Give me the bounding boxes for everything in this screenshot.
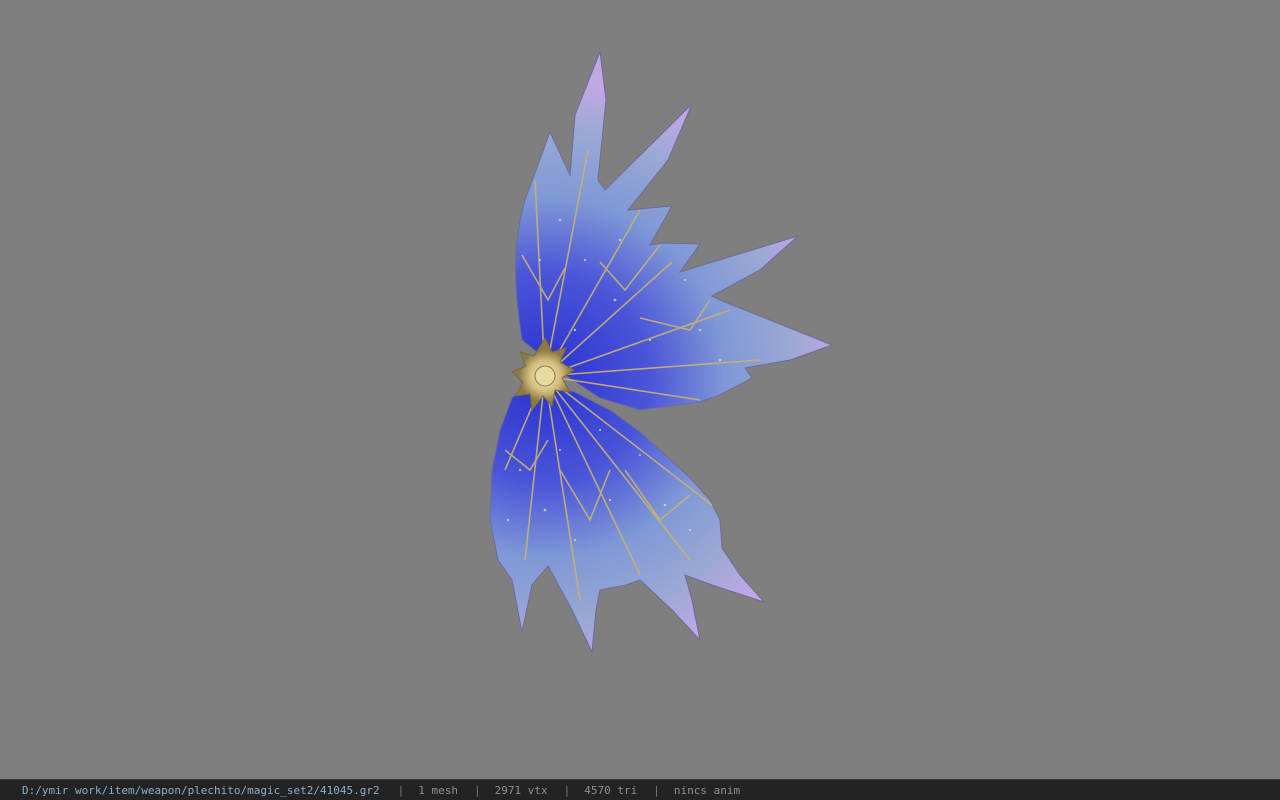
fan-weapon-model (489, 51, 834, 654)
status-bar: D:/ymir work/item/weapon/plechito/magic_… (0, 779, 1280, 800)
vertex-count: 2971 vtx (494, 783, 548, 797)
lower-wing (489, 379, 766, 654)
mesh-count: 1 mesh (418, 783, 458, 797)
upper-wing (515, 51, 834, 411)
file-path: D:/ymir work/item/weapon/plechito/magic_… (22, 783, 380, 797)
3d-viewport[interactable] (0, 0, 1280, 779)
separator: | (563, 783, 571, 797)
separator: | (653, 783, 660, 797)
separator: | (397, 783, 405, 797)
triangle-count: 4570 tri (584, 783, 638, 797)
separator: | (474, 783, 481, 797)
animation-info: nincs anim (673, 783, 741, 797)
